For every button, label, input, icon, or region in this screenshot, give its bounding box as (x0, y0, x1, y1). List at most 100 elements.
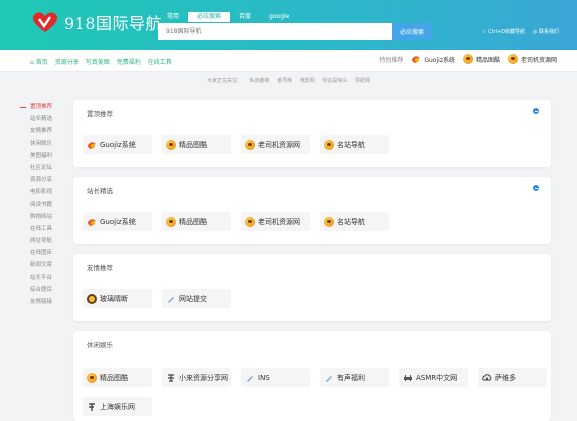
sidebar-item[interactable]: 新闻文章 (20, 259, 70, 271)
link-label: Guojiz系统 (100, 140, 136, 149)
link-list: Guojiz系统 精品图酷 老司机资源网 名站导航 (83, 135, 389, 154)
notice-item[interactable]: 番号库 (277, 78, 292, 84)
mingzhan-icon (324, 139, 334, 150)
sidebar-item[interactable]: 友情链接 (20, 296, 70, 308)
laosiji-icon (245, 139, 255, 150)
jingpin-icon (166, 216, 176, 227)
link-label: 老司机资源网 (258, 140, 300, 149)
contact-link-label: 联系我们 (538, 29, 559, 35)
link-item[interactable]: 小来资源分享网 (162, 368, 231, 387)
nav-home[interactable]: ⌂ 首页 (30, 57, 48, 66)
pen-icon (247, 375, 253, 382)
sidebar-item[interactable]: 综合题目 (20, 284, 70, 296)
nav-bar: ⌂ 首页 资源分享 写真美图 免费福利 在线工具 特别推荐 Guojiz系统 精… (0, 50, 577, 72)
rec-guojiz-label: Guojiz系统 (424, 56, 455, 64)
rec-jingpin[interactable]: 精品图酷 (462, 54, 500, 64)
link-item[interactable]: 精品图酷 (162, 212, 231, 231)
search-input[interactable] (158, 23, 392, 40)
link-item[interactable]: 老司机资源网 (241, 135, 310, 154)
bookmark-link-label: Ctrl+D收藏导航 (488, 29, 526, 35)
link-item[interactable]: 老司机资源网 (241, 212, 310, 231)
cloud-icon (482, 373, 492, 380)
link-item[interactable]: 精品图酷 (83, 368, 152, 387)
link-item[interactable]: Guojiz系统 (83, 135, 152, 154)
sidebar-item[interactable]: 社区论坛 (20, 162, 70, 174)
link-label: 网站提交 (179, 294, 207, 303)
panel-title: 站长精选 (87, 187, 113, 195)
nav-photos[interactable]: 写真美图 (86, 57, 110, 66)
link-item[interactable]: 名站导航 (320, 135, 389, 154)
sidebar-item[interactable]: 阅读书籍 (20, 199, 70, 211)
sidebar-item[interactable]: 休闲娱乐 (20, 138, 70, 150)
jingpin-icon (462, 54, 473, 64)
notice-item[interactable]: 你这是啥么 (322, 78, 347, 84)
sidebar-item[interactable]: 在线图床 (20, 247, 70, 259)
sidebar-item[interactable]: 站长平台 (20, 272, 70, 284)
recommend-label: 特别推荐 (379, 56, 404, 64)
sidebar-item[interactable]: 电影影视 (20, 186, 70, 198)
link-item[interactable]: INS (241, 368, 310, 387)
jingpin-icon (166, 139, 176, 150)
link-item[interactable]: ASMR中文网 (399, 368, 468, 387)
link-label: 上海娱乐网 (100, 402, 135, 411)
sidebar-item[interactable]: 友情推荐 (20, 125, 70, 137)
collapse-icon[interactable] (533, 108, 539, 114)
nav-resources[interactable]: 资源分享 (55, 57, 79, 66)
sidebar-item[interactable]: 资源分享 (20, 174, 70, 186)
sidebar-item[interactable]: 美图福利 (20, 150, 70, 162)
nav-links: ⌂ 首页 资源分享 写真美图 免费福利 在线工具 (30, 57, 172, 66)
link-item[interactable]: 名站导航 (320, 212, 389, 231)
link-label: INS (258, 373, 270, 382)
laosiji-icon (507, 54, 518, 64)
notice-label: 大家正在关注： (206, 78, 242, 84)
notice-item[interactable]: 电影网 (300, 78, 315, 84)
notice-item[interactable]: 导航网 (355, 78, 370, 84)
collapse-icon[interactable] (533, 185, 539, 191)
link-item[interactable]: 上海娱乐网 (83, 397, 152, 416)
sidebar-item[interactable]: 站长精选 (20, 113, 70, 125)
link-item[interactable]: 玻璃晴断 (83, 289, 152, 308)
link-list: Guojiz系统 精品图酷 老司机资源网 名站导航 (83, 212, 389, 231)
tab-common[interactable]: 常用 (158, 12, 188, 22)
logo-text: 918国际导航 (64, 14, 163, 33)
nav-free[interactable]: 免费福利 (117, 57, 141, 66)
rec-laosiji[interactable]: 老司机资源网 (507, 54, 557, 64)
link-list: 玻璃晴断 网站提交 (83, 289, 231, 308)
sidebar-item[interactable]: 在线工具 (20, 223, 70, 235)
link-label: 精品图酷 (100, 373, 128, 382)
link-label: 精品图酷 (179, 217, 207, 226)
link-label: 有声福利 (337, 373, 365, 382)
nav-tools[interactable]: 在线工具 (148, 57, 172, 66)
bookmark-link[interactable]: ☆ Ctrl+D收藏导航 (482, 28, 525, 35)
sidebar-item[interactable]: 网址导航 (20, 235, 70, 247)
tab-bing[interactable]: 必应搜索 (188, 12, 231, 22)
link-label: Guojiz系统 (100, 217, 136, 226)
logo[interactable]: 918国际导航 (30, 10, 162, 34)
link-label: 老司机资源网 (258, 217, 300, 226)
guojiz-icon (88, 218, 96, 226)
tab-baidu[interactable]: 百度 (230, 12, 260, 22)
link-item[interactable]: 萨维多 (478, 368, 547, 387)
tab-google[interactable]: google (260, 12, 298, 22)
nav-recommend: 特别推荐 Guojiz系统 精品图酷 老司机资源网 (379, 54, 557, 64)
search-button[interactable]: 必应搜索 (392, 23, 432, 40)
link-label: 玻璃晴断 (100, 294, 128, 303)
link-item[interactable]: 网站提交 (162, 289, 231, 308)
sidebar-item-top[interactable]: 置顶推荐 (20, 101, 70, 113)
contact-link[interactable]: ◎ 联系我们 (533, 28, 559, 35)
rec-guojiz[interactable]: Guojiz系统 (411, 54, 455, 64)
sidebar-item[interactable]: 购物网站 (20, 211, 70, 223)
panel-entertainment: 休闲娱乐 精品图酷 小来资源分享网 INS 有声福利 ASMR中文网 萨维多 上… (73, 331, 551, 421)
link-label: 名站导航 (337, 217, 365, 226)
link-item[interactable]: Guojiz系统 (83, 212, 152, 231)
rec-laosiji-label: 老司机资源网 (520, 56, 557, 64)
pen-icon (326, 375, 332, 382)
notice-item[interactable]: 私房趣味 (250, 78, 270, 84)
header: 918国际导航 常用 必应搜索 百度 google 必应搜索 ☆ Ctrl+D收… (0, 0, 577, 50)
mingzhan-icon (324, 216, 334, 227)
header-links: ☆ Ctrl+D收藏导航 ◎ 联系我们 (482, 28, 559, 35)
laosiji-icon (245, 216, 255, 227)
link-item[interactable]: 精品图酷 (162, 135, 231, 154)
link-item[interactable]: 有声福利 (320, 368, 389, 387)
panel-title: 休闲娱乐 (87, 341, 113, 349)
